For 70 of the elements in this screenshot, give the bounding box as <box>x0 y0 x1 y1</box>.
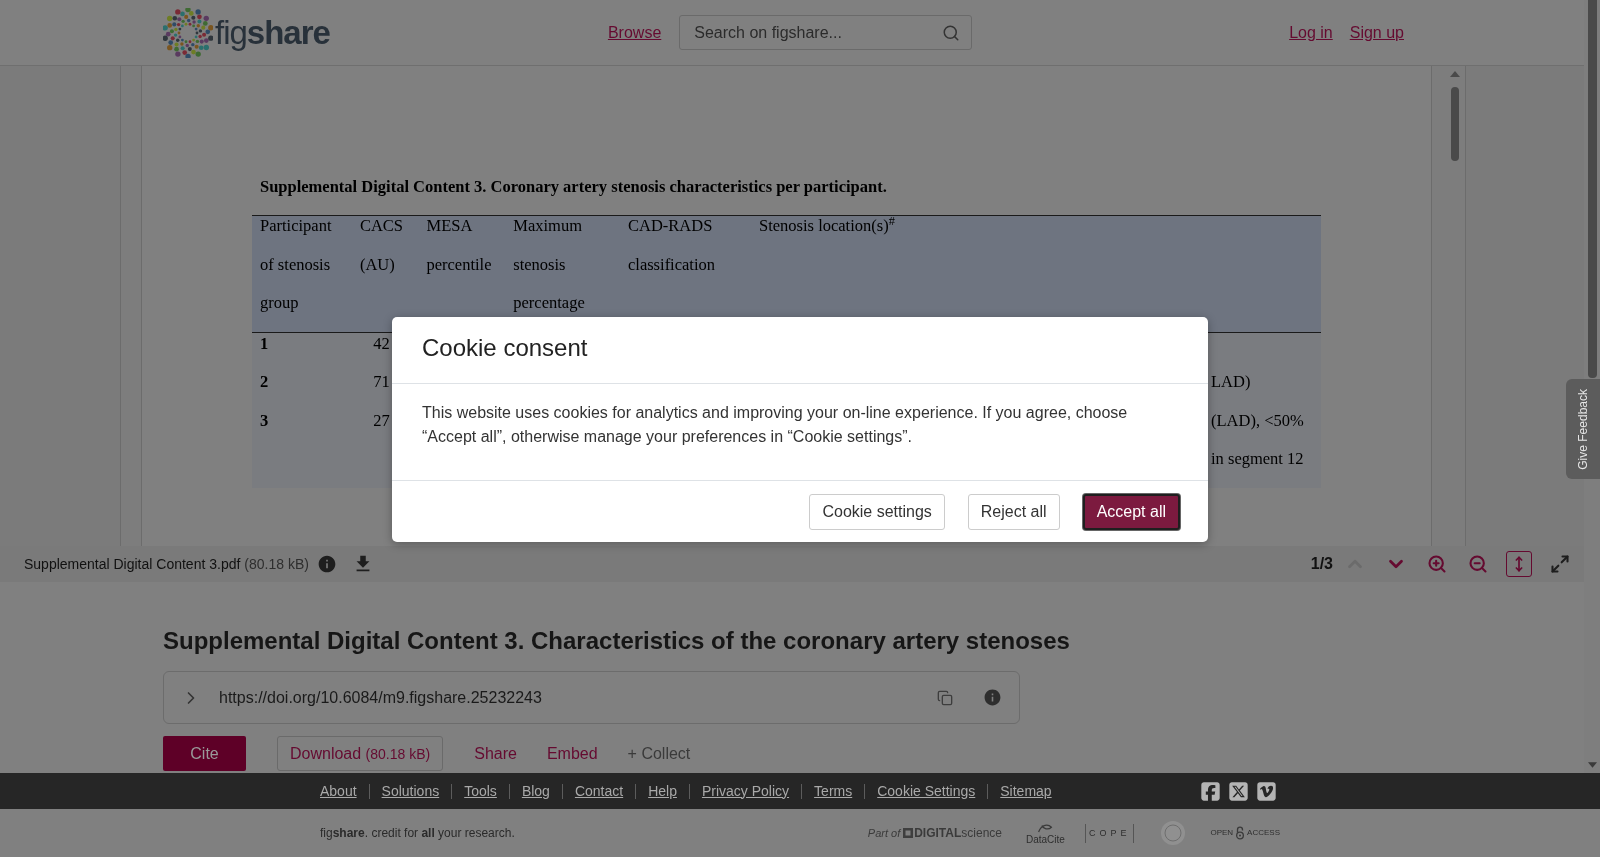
table-cell: 3 <box>260 410 269 431</box>
footer-link[interactable]: Blog <box>521 780 550 802</box>
partner-logo-text: COPE <box>1084 823 1135 843</box>
info-icon[interactable] <box>983 688 1002 707</box>
file-name: Supplemental Digital Content 3.pdf <box>24 554 241 574</box>
table-cell: 42 <box>373 333 390 354</box>
partner-logo-text: ACCESS <box>1247 827 1280 839</box>
x-icon[interactable] <box>1228 780 1249 802</box>
signup-link[interactable]: Sign up <box>1349 20 1404 45</box>
table-cell: in segment 12 <box>1211 449 1304 469</box>
scrollbar-thumb[interactable] <box>1587 0 1597 378</box>
zoom-in-icon <box>1427 554 1447 574</box>
item-title: Supplemental Digital Content 3. Characteristics of the coronary artery stenoses <box>163 626 1070 656</box>
table-cell: 71 <box>373 372 390 392</box>
partner-logo-text: DIGITALscience <box>914 825 1002 842</box>
column-header: CAD-RADS classification <box>627 216 716 276</box>
footer-link[interactable]: Contact <box>574 780 624 802</box>
footer-link[interactable]: Cookie Settings <box>877 780 976 802</box>
cite-button[interactable]: Cite <box>163 736 246 771</box>
site-logo[interactable]: figshare <box>163 7 330 58</box>
file-size: (80.18 kB) <box>244 554 309 574</box>
table-cell: LAD) <box>1211 372 1251 392</box>
footer-link[interactable]: About <box>320 780 357 802</box>
info-icon[interactable] <box>316 554 337 574</box>
footer-link[interactable]: Help <box>648 780 677 802</box>
footer-link[interactable]: Solutions <box>381 780 440 802</box>
pdf-scrollbar[interactable] <box>1431 66 1466 546</box>
column-header: CACS (AU) <box>359 216 404 276</box>
scroll-up-arrow-icon[interactable] <box>1449 71 1460 77</box>
search-icon[interactable] <box>942 23 961 42</box>
table-cell: 27 <box>373 410 390 431</box>
dialog-title: Cookie consent <box>422 333 588 363</box>
column-header: Stenosis location(s)$^{#}$ <box>759 216 895 237</box>
square-logo-icon <box>903 828 914 838</box>
column-header: MESA percentile <box>426 216 492 276</box>
facebook-icon[interactable] <box>1200 780 1221 802</box>
dots-logo-icon <box>163 7 213 58</box>
table-cell: 2 <box>260 372 269 392</box>
footer-link[interactable]: Sitemap <box>1000 780 1052 802</box>
fit-height-button[interactable] <box>1506 551 1532 577</box>
doi-link[interactable]: https://doi.org/10.6084/m9.figshare.25232243 <box>219 685 542 710</box>
dialog-message: This website uses cookies for analytics and improving your on-line experience. If you agree, choose “Accept all”, otherwise manage your preferences in “Cookie settings”. <box>422 403 1129 447</box>
zoom-out-icon <box>1468 554 1488 574</box>
scrollbar-thumb[interactable] <box>1450 87 1459 161</box>
footer-link[interactable]: Terms <box>814 780 853 802</box>
vimeo-icon[interactable] <box>1256 780 1277 802</box>
reject-all-button[interactable]: Reject all <box>967 493 1060 530</box>
scroll-down-arrow-icon[interactable] <box>1587 762 1597 768</box>
column-header: Maximum stenosis percentage <box>513 216 585 314</box>
footer-link[interactable]: Tools <box>464 780 497 802</box>
seal-icon <box>1160 820 1187 846</box>
give-feedback-tab[interactable]: Give Feedback <box>1566 379 1600 479</box>
copy-icon[interactable] <box>937 689 953 706</box>
page-indicator: 1/3 <box>1310 554 1333 574</box>
download-button[interactable]: Download (80.18 kB) <box>277 736 444 771</box>
expand-icon <box>1550 554 1570 574</box>
footer-link[interactable]: Privacy Policy <box>701 780 790 802</box>
document-heading: Supplemental Digital Content 3. Coronary artery stenosis characteristics per participant. <box>260 177 887 197</box>
column-header: Participant of stenosis group <box>260 216 332 314</box>
browse-link[interactable]: Browse <box>607 20 662 45</box>
partner-logo-text: DataCite <box>1026 833 1065 845</box>
open-lock-icon <box>1235 826 1246 840</box>
table-cell: (LAD), <50% <box>1211 410 1304 431</box>
footer-tagline: figshare. credit for all your research. <box>320 825 515 842</box>
cookie-settings-button[interactable]: Cookie settings <box>809 493 945 530</box>
partner-logo-text: OPEN <box>1210 827 1234 839</box>
search-field[interactable]: Search on figshare... <box>679 15 973 50</box>
partner-prefix: Part of <box>867 825 901 841</box>
table-cell: 1 <box>260 333 269 354</box>
accept-all-button[interactable]: Accept all <box>1082 493 1180 530</box>
